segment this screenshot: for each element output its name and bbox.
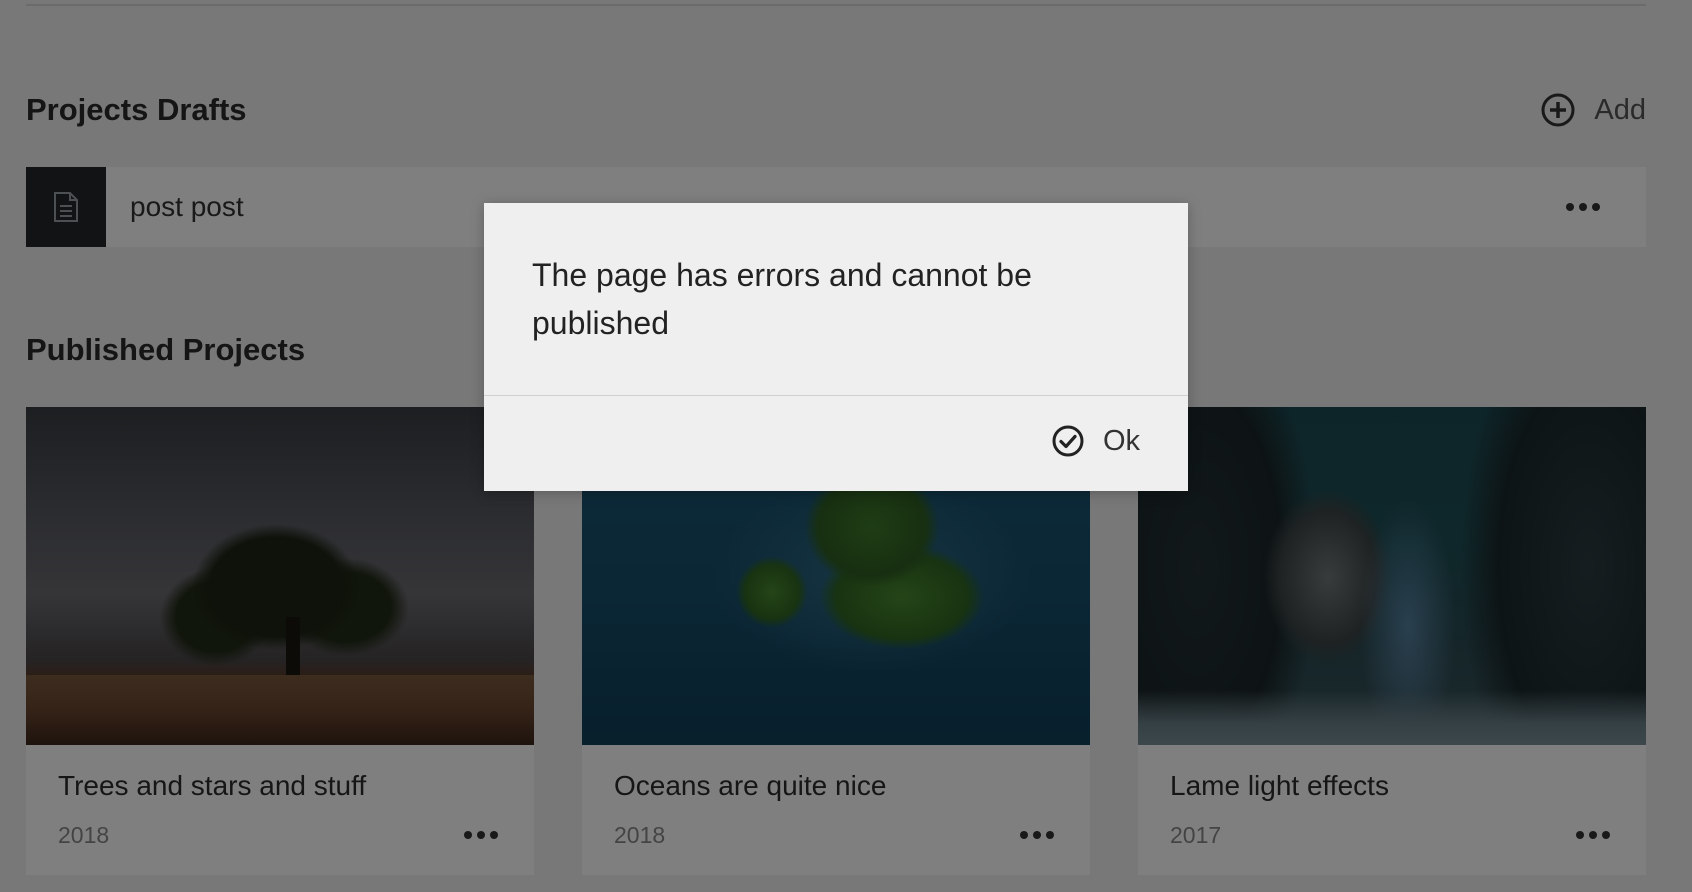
error-dialog: The page has errors and cannot be publis…	[484, 203, 1188, 491]
dialog-message: The page has errors and cannot be publis…	[532, 257, 1032, 341]
check-circle-icon	[1052, 425, 1084, 457]
ok-button[interactable]: Ok	[1051, 424, 1140, 458]
ok-label: Ok	[1102, 424, 1140, 457]
dialog-divider	[484, 395, 1188, 396]
